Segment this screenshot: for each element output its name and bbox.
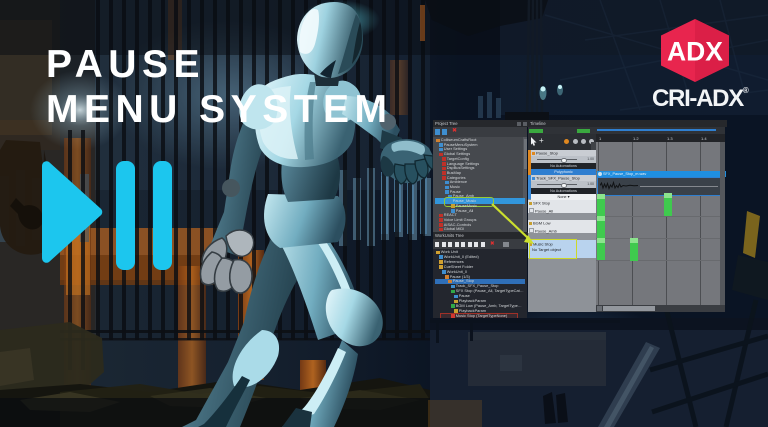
svg-text:ADX: ADX [667, 37, 723, 67]
